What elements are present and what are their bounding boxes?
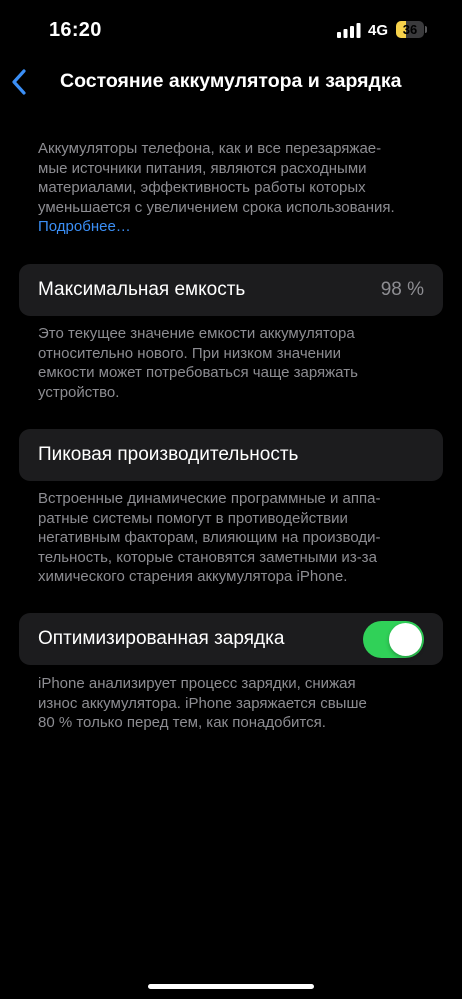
footer-line: износ аккумулятора. iPhone заряжается св…	[38, 694, 367, 712]
intro-line: мые источники питания, являются расходны…	[38, 159, 367, 177]
footer-line: устройство.	[38, 383, 120, 401]
home-indicator[interactable]	[148, 984, 314, 989]
intro-description: Аккумуляторы телефона, как и все перезар…	[38, 139, 430, 237]
footer-line: 80 % только перед тем, как понадобится.	[38, 714, 326, 731]
optimized-charging-toggle[interactable]	[363, 621, 424, 658]
optimized-charging-label: Оптимизированная зарядка	[38, 628, 285, 649]
intro-line: Аккумуляторы телефона, как и все перезар…	[38, 140, 382, 157]
footer-line: негативным факторам, влияющим на произво…	[38, 529, 381, 546]
battery-icon: 36	[396, 21, 428, 40]
max-capacity-footer: Это текущее значение емкости аккумулятор…	[38, 324, 430, 402]
intro-line: материалами, эффективность работы которы…	[38, 179, 366, 196]
cellular-signal-icon	[337, 23, 361, 38]
battery-body: 36	[396, 21, 424, 38]
navigation-bar: Состояние аккумулятора и зарядка	[0, 60, 462, 104]
page-title: Состояние аккумулятора и зарядка	[60, 70, 402, 92]
footer-line: Встроенные динамические программные и ап…	[38, 490, 381, 507]
learn-more-link[interactable]: Подробнее…	[38, 217, 430, 237]
optimized-charging-cell: Оптимизированная зарядка	[19, 613, 443, 665]
max-capacity-cell: Максимальная емкость 98 %	[19, 264, 443, 316]
max-capacity-label: Максимальная емкость	[38, 279, 246, 300]
footer-line: ратные системы помогут в противодействии	[38, 509, 348, 527]
intro-line: уменьшается с увеличением срока использо…	[38, 198, 395, 216]
peak-performance-label: Пиковая производительность	[38, 444, 299, 465]
toggle-knob	[389, 623, 422, 656]
max-capacity-value: 98 %	[380, 279, 424, 300]
footer-line: Это текущее значение емкости аккумулятор…	[38, 325, 355, 342]
battery-cap	[425, 26, 427, 33]
network-type: 4G	[368, 22, 389, 39]
footer-line: тельность, которые становятся заметными …	[38, 548, 377, 566]
battery-percent: 36	[402, 22, 418, 37]
footer-line: емкости может потребоваться чаще заряжат…	[38, 364, 358, 381]
peak-performance-cell: Пиковая производительность	[19, 429, 443, 481]
footer-line: iPhone анализирует процесс зарядки, сниж…	[38, 675, 356, 692]
footer-line: химического старения аккумулятора iPhone…	[38, 568, 348, 585]
peak-performance-footer: Встроенные динамические программные и ап…	[38, 489, 430, 587]
optimized-charging-footer: iPhone анализирует процесс зарядки, сниж…	[38, 674, 430, 733]
back-button[interactable]	[8, 66, 36, 98]
status-time: 16:20	[49, 19, 102, 41]
footer-line: относительно нового. При низком значении	[38, 344, 342, 362]
chevron-left-icon	[12, 69, 26, 95]
status-bar: 16:20 4G 36	[0, 0, 462, 60]
